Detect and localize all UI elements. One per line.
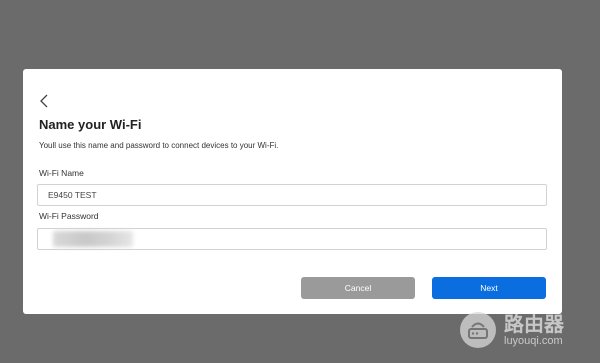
chevron-left-icon <box>40 94 48 108</box>
watermark-text-en: luyouqi.com <box>504 334 563 347</box>
password-redaction <box>53 231 133 247</box>
next-button[interactable]: Next <box>432 277 546 299</box>
wifi-name-label: Wi-Fi Name <box>39 168 84 178</box>
wifi-name-input[interactable] <box>37 184 547 206</box>
router-icon <box>460 312 496 348</box>
site-watermark: 路由器 luyouqi.com <box>460 305 600 355</box>
wifi-password-label: Wi-Fi Password <box>39 211 99 221</box>
dialog-title: Name your Wi-Fi <box>39 117 142 132</box>
wifi-name-dialog: Name your Wi-Fi Youll use this name and … <box>23 69 562 314</box>
cancel-button[interactable]: Cancel <box>301 277 415 299</box>
watermark-text-cn: 路由器 <box>504 311 564 336</box>
dialog-description: Youll use this name and password to conn… <box>39 141 279 150</box>
back-button[interactable] <box>37 93 51 109</box>
